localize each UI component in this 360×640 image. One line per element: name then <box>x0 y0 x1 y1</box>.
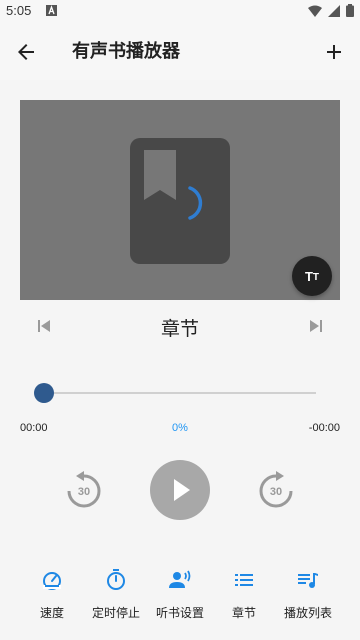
status-bar: 5:05 <box>0 0 360 24</box>
forward-30-button[interactable]: 30 <box>256 470 296 510</box>
book-cover: T T <box>20 100 340 300</box>
notification-icon <box>46 5 57 16</box>
add-icon[interactable] <box>322 40 346 64</box>
book-placeholder-icon <box>130 138 230 264</box>
forward-seconds: 30 <box>269 486 283 498</box>
playlist-label: 播放列表 <box>283 606 332 620</box>
voice-settings-label: 听书设置 <box>155 606 204 620</box>
seek-bar-thumb[interactable] <box>34 383 54 403</box>
seek-bar-track[interactable] <box>44 392 316 394</box>
playlist-button[interactable]: 播放列表 <box>272 558 344 628</box>
chapter-title: 章节 <box>160 318 199 340</box>
voice-settings-icon <box>169 570 191 588</box>
rewind-30-button[interactable]: 30 <box>64 470 104 510</box>
bottom-actions: 速度 定时停止 听书设置 章节 播放列表 <box>0 558 360 628</box>
battery-icon <box>346 4 354 17</box>
signal-icon <box>328 4 340 17</box>
player-content: T T 章节 00:00 0% -00:00 30 30 速度 定时停止 听书设… <box>0 80 360 640</box>
play-icon <box>174 479 190 501</box>
skip-next-icon[interactable] <box>308 318 324 334</box>
back-arrow-icon[interactable] <box>14 40 38 64</box>
rewind-seconds: 30 <box>77 486 91 498</box>
chapter-row: 章节 <box>0 306 360 346</box>
speed-label: 速度 <box>39 606 64 620</box>
speedometer-icon <box>43 572 61 590</box>
voice-settings-button[interactable]: 听书设置 <box>144 558 216 628</box>
list-icon <box>235 574 253 586</box>
text-size-button[interactable]: T T <box>292 256 332 296</box>
chapters-label: 章节 <box>231 606 256 620</box>
time-remaining: -00:00 <box>308 422 340 434</box>
speed-button[interactable]: 速度 <box>16 558 88 628</box>
wifi-icon <box>308 5 322 17</box>
app-bar: 有声书播放器 <box>0 24 360 80</box>
sleep-timer-button[interactable]: 定时停止 <box>80 558 152 628</box>
chapters-button[interactable]: 章节 <box>208 558 280 628</box>
sleep-timer-label: 定时停止 <box>91 606 140 620</box>
status-time: 5:05 <box>6 3 32 18</box>
timer-icon <box>107 569 125 590</box>
play-button[interactable] <box>150 460 210 520</box>
playlist-icon <box>298 573 318 588</box>
page-title: 有声书播放器 <box>72 41 180 62</box>
progress-percent: 0% <box>172 422 188 434</box>
